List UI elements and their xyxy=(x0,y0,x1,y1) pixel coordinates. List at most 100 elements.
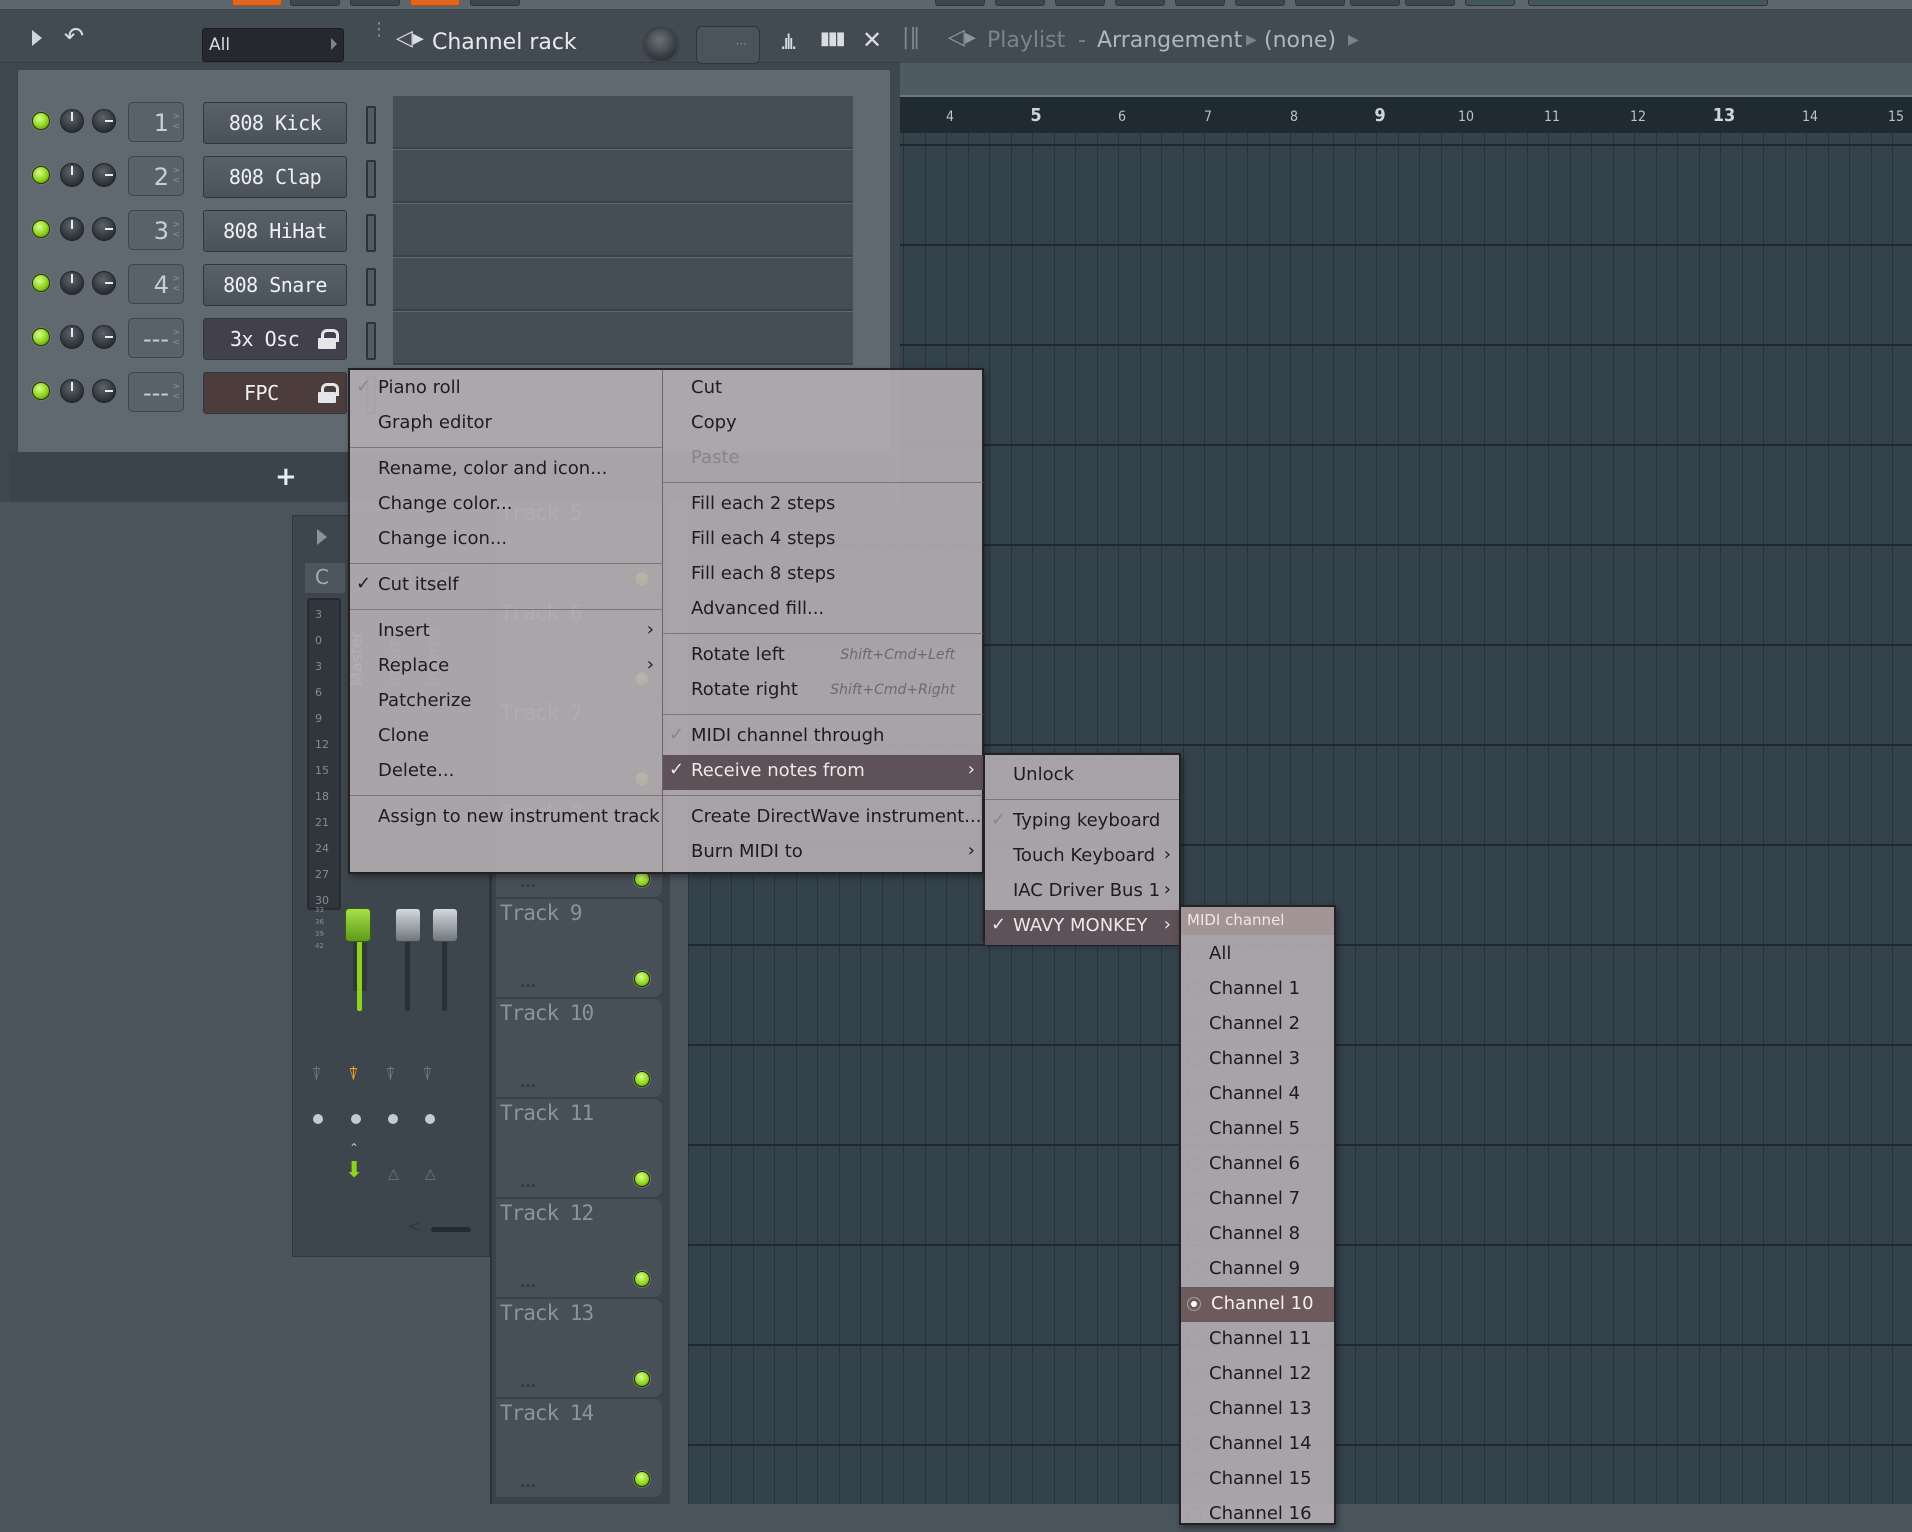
channel-volume-knob[interactable] xyxy=(60,163,84,187)
routing-icon-active[interactable]: ⍒ xyxy=(348,1064,359,1085)
channel-name-button[interactable]: 808 Snare xyxy=(203,264,347,306)
channel-name-button[interactable]: 808 Kick xyxy=(203,102,347,144)
menu-item-create-directwave-instrument[interactable]: Create DirectWave instrument... xyxy=(663,801,983,836)
track-options-dots[interactable]: ... xyxy=(520,975,536,991)
pattern-selector[interactable]: (none) xyxy=(1264,28,1336,53)
channel-pan-knob[interactable] xyxy=(92,271,116,295)
channel-volume-knob[interactable] xyxy=(60,217,84,241)
menu-item-clone[interactable]: Clone xyxy=(350,720,662,755)
add-channel-button[interactable]: + xyxy=(275,462,297,492)
play-arrow-icon[interactable] xyxy=(32,30,42,46)
toolbar-button[interactable] xyxy=(1235,0,1285,6)
menu-item-rename-color-and-icon[interactable]: Rename, color and icon... xyxy=(350,453,662,488)
channel-select-indicator[interactable] xyxy=(366,322,376,360)
channel-pan-knob[interactable] xyxy=(92,109,116,133)
toolbar-button[interactable] xyxy=(350,0,400,6)
track-mute-led[interactable] xyxy=(634,1271,650,1287)
track-mute-led[interactable] xyxy=(634,1371,650,1387)
channel-volume-knob[interactable] xyxy=(60,271,84,295)
record-dot[interactable] xyxy=(351,1114,361,1124)
record-dot[interactable] xyxy=(313,1114,323,1124)
record-dot[interactable] xyxy=(388,1114,398,1124)
menu-item-midi-channel-through[interactable]: ✓ MIDI channel through xyxy=(663,720,983,755)
midi-channel-option[interactable]: Channel 1 xyxy=(1181,972,1334,1007)
toolbar-button[interactable] xyxy=(995,0,1045,6)
menu-item-fill-each-8-steps[interactable]: Fill each 8 steps xyxy=(663,558,983,593)
channel-step-area[interactable] xyxy=(393,258,853,311)
channel-step-area[interactable] xyxy=(393,150,853,203)
midi-channel-option[interactable]: Channel 4 xyxy=(1181,1077,1334,1112)
undo-icon[interactable]: ↶ xyxy=(64,24,84,48)
menu-item-insert[interactable]: Insert › xyxy=(350,615,662,650)
channel-pan-knob[interactable] xyxy=(92,163,116,187)
midi-channel-option[interactable]: Channel 2 xyxy=(1181,1007,1334,1042)
playlist-timeline-ruler[interactable]: 4 5 6 7 8 9 10 11 12 13 14 15 xyxy=(900,97,1912,133)
send-arrow-up-icon[interactable]: △ xyxy=(388,1166,399,1182)
toolbar-button[interactable] xyxy=(1055,0,1105,6)
insert2-fader-handle[interactable] xyxy=(432,908,458,942)
channel-pan-knob[interactable] xyxy=(92,379,116,403)
channel-volume-knob[interactable] xyxy=(60,109,84,133)
channel-mute-led[interactable] xyxy=(32,274,50,292)
toolbar-button[interactable] xyxy=(232,0,282,6)
menu-item-copy[interactable]: Copy xyxy=(663,407,983,442)
track-options-dots[interactable]: ... xyxy=(520,875,536,891)
playlist-track-header[interactable]: Track 14... xyxy=(496,1399,662,1497)
menu-item-unlock[interactable]: Unlock xyxy=(985,759,1179,794)
drag-handle-icon[interactable]: |‖ xyxy=(902,27,920,49)
menu-item-rotate-right[interactable]: Rotate right Shift+Cmd+Right xyxy=(663,674,983,709)
menu-item-fill-each-4-steps[interactable]: Fill each 4 steps xyxy=(663,523,983,558)
routing-icon[interactable]: ⍒ xyxy=(422,1064,433,1085)
toolbar-button[interactable] xyxy=(1350,0,1400,6)
step-view-icon[interactable]: ▮▮▮ xyxy=(820,30,846,48)
channel-filter-dropdown[interactable]: All xyxy=(202,28,344,62)
track-options-dots[interactable]: ... xyxy=(520,1375,536,1391)
send-arrow-down-icon[interactable]: ⬇ xyxy=(345,1158,363,1183)
swing-knob[interactable] xyxy=(642,26,680,64)
channel-step-area[interactable] xyxy=(393,204,853,257)
menu-item-change-color[interactable]: Change color... xyxy=(350,488,662,523)
menu-item-touch-keyboard[interactable]: Touch Keyboard › xyxy=(985,840,1179,875)
drag-handle-icon[interactable]: ⋮ xyxy=(370,21,388,39)
toolbar-button[interactable] xyxy=(410,0,460,6)
track-mute-led[interactable] xyxy=(634,1471,650,1487)
menu-item-rotate-left[interactable]: Rotate left Shift+Cmd+Left xyxy=(663,639,983,674)
speaker-icon[interactable]: ◁▸ xyxy=(396,28,424,50)
track-options-dots[interactable]: ... xyxy=(520,1175,536,1191)
chevron-up-icon[interactable]: ⌃ xyxy=(349,1141,359,1155)
midi-channel-option[interactable]: Channel 14 xyxy=(1181,1427,1334,1462)
menu-item-change-icon[interactable]: Change icon... xyxy=(350,523,662,558)
channel-select-indicator[interactable] xyxy=(366,214,376,252)
midi-channel-option[interactable]: Channel 16 xyxy=(1181,1497,1334,1532)
insert1-fader-handle[interactable] xyxy=(395,908,421,942)
send-arrow-up-icon[interactable]: △ xyxy=(425,1166,436,1182)
routing-icon[interactable]: ⍒ xyxy=(385,1064,396,1085)
channel-mute-led[interactable] xyxy=(32,328,50,346)
channel-volume-knob[interactable] xyxy=(60,325,84,349)
channel-name-button[interactable]: FPC xyxy=(203,372,347,414)
channel-mute-led[interactable] xyxy=(32,220,50,238)
track-mute-led[interactable] xyxy=(634,971,650,987)
menu-item-cut-itself[interactable]: ✓ Cut itself xyxy=(350,569,662,604)
midi-channel-option[interactable]: Channel 11 xyxy=(1181,1322,1334,1357)
menu-item-receive-notes-from[interactable]: ✓ Receive notes from › xyxy=(663,755,983,790)
arrangement-name[interactable]: Arrangement xyxy=(1097,28,1242,53)
channel-mixer-track-stepper[interactable]: 3 > < xyxy=(128,210,184,250)
playlist-track-header[interactable]: Track 9... xyxy=(496,899,662,997)
channel-name-button[interactable]: 3x Osc xyxy=(203,318,347,360)
channel-name-button[interactable]: 808 HiHat xyxy=(203,210,347,252)
channel-select-indicator[interactable] xyxy=(366,160,376,198)
close-icon[interactable]: ✕ xyxy=(862,28,882,52)
mixer-scrollbar[interactable] xyxy=(431,1227,471,1232)
channel-pan-knob[interactable] xyxy=(92,217,116,241)
graph-icon[interactable]: .ılı. xyxy=(780,32,797,52)
master-fader-handle[interactable] xyxy=(345,908,371,942)
channel-volume-knob[interactable] xyxy=(60,379,84,403)
toolbar-button[interactable] xyxy=(935,0,985,6)
menu-item-fill-each-2-steps[interactable]: Fill each 2 steps xyxy=(663,488,983,523)
step-count-stepper[interactable]: ··· xyxy=(696,26,760,64)
midi-channel-option[interactable]: Channel 3 xyxy=(1181,1042,1334,1077)
menu-item-patcherize[interactable]: Patcherize xyxy=(350,685,662,720)
menu-item-burn-midi-to[interactable]: Burn MIDI to › xyxy=(663,836,983,871)
menu-item-paste[interactable]: Paste xyxy=(663,442,983,477)
